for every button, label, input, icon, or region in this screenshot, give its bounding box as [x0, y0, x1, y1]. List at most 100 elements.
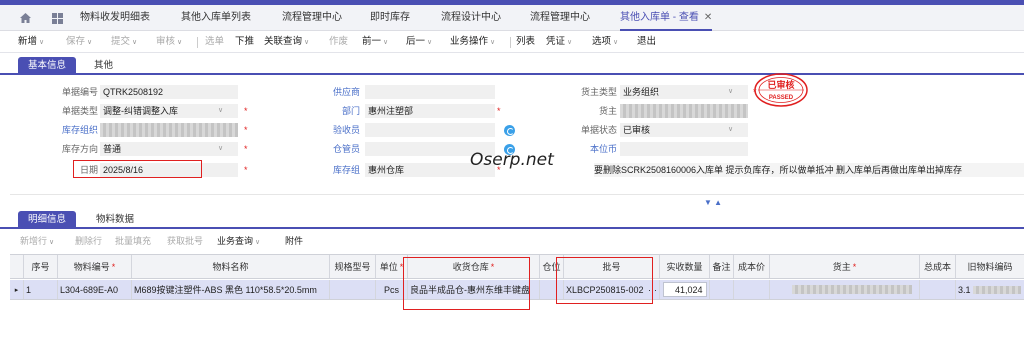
stock-group-label[interactable]: 库存组 [280, 163, 360, 177]
department-label[interactable]: 部门 [280, 104, 360, 118]
highlight-box-batch [556, 257, 653, 304]
tab-material-data[interactable]: 物料数据 [86, 211, 144, 229]
col-label: 物料编号 [73, 262, 110, 272]
tab-detail-info[interactable]: 明细信息 [18, 211, 77, 229]
tab-other-inbound-list[interactable]: 其他入库单列表 [181, 5, 251, 31]
col-spec[interactable]: 规格型号 [330, 255, 376, 278]
tab-other-inbound-view[interactable]: 其他入库单 - 查看 ✕ [620, 5, 713, 31]
required-mark: * [244, 144, 248, 154]
add-row-button[interactable]: 新增行 ∨ [20, 232, 54, 250]
required-mark: * [244, 165, 248, 175]
currency-field[interactable] [620, 142, 748, 156]
chevron-down-icon: ∨ [87, 39, 93, 46]
tab-label: 其他入库单 - 查看 [620, 12, 699, 23]
col-label: 备注 [712, 262, 731, 272]
owner-label: 货主 [598, 106, 617, 116]
col-note[interactable]: 备注 [710, 255, 734, 278]
void-button[interactable]: 作废 [329, 31, 348, 53]
cell-total-cost [920, 280, 956, 299]
remark-field[interactable]: 要删除SCRK2508160006入库单 提示负库存，所以做单抵冲 删入库单后再… [594, 163, 1024, 177]
required-mark: * [244, 106, 248, 116]
cell-owner[interactable] [770, 280, 920, 299]
col-old-code[interactable]: 旧物料编码 [956, 255, 1024, 278]
tab-instant-inventory[interactable]: 即时库存 [370, 5, 410, 31]
business-query-button[interactable]: 业务查询 ∨ [217, 232, 260, 250]
attachment-button[interactable]: 附件 [285, 232, 303, 250]
bill-no-field[interactable]: QTRK2508192 [100, 85, 238, 99]
options-button[interactable]: 选项 ∨ [592, 31, 618, 53]
cell-old-code: 3.1 [956, 280, 1024, 299]
chevron-down-icon: ∨ [218, 145, 224, 152]
save-label: 保存 [66, 36, 86, 47]
save-button[interactable]: 保存 ∨ [66, 31, 92, 53]
col-owner[interactable]: 货主 * [770, 255, 920, 278]
related-query-label: 关联查询 [264, 36, 303, 47]
toolbar: 新增 ∨ 保存 ∨ 提交 ∨ 审核 ∨ 选单 下推 关联查询 ∨ 作废 前一 ∨ 后一 ∨ 业… [0, 31, 1024, 53]
exit-button[interactable]: 退出 [637, 31, 656, 53]
delete-row-button[interactable]: 删除行 [75, 232, 102, 250]
col-material-no[interactable]: 物料编号 * [58, 255, 132, 278]
stock-org-field[interactable] [100, 123, 238, 137]
cell-note[interactable] [710, 280, 734, 299]
tab-basic-info[interactable]: 基本信息 [18, 57, 77, 75]
cell-cost[interactable] [734, 280, 770, 299]
col-label: 货主 [832, 262, 851, 272]
col-material-name[interactable]: 物料名称 [132, 255, 330, 278]
col-seq[interactable]: 序号 [24, 255, 58, 278]
col-label: 序号 [31, 262, 50, 272]
next-button[interactable]: 后一 ∨ [406, 31, 432, 53]
voucher-label: 凭证 [546, 36, 566, 47]
app-grid-icon[interactable] [52, 13, 63, 24]
cell-seq: 1 [24, 280, 58, 299]
header-form: 单据编号 QTRK2508192 单据类型 调整-纠错调整入库 ∨ * 库存组织… [10, 77, 1024, 195]
col-qty[interactable]: 实收数量 [660, 255, 710, 278]
cell-qty[interactable]: 41,024 [660, 280, 710, 299]
keeper-label[interactable]: 仓管员 [280, 142, 360, 156]
submit-button[interactable]: 提交 ∨ [111, 31, 137, 53]
cell-material-no[interactable]: L304-689E-A0 [58, 280, 132, 299]
stamp-bottom-text: PASSED [769, 95, 794, 101]
select-bill-button[interactable]: 选单 [205, 31, 224, 53]
col-label: 规格型号 [334, 262, 371, 272]
new-button[interactable]: 新增 ∨ [18, 31, 44, 53]
tab-other[interactable]: 其他 [84, 57, 123, 75]
required-mark: * [111, 261, 116, 272]
chevron-down-icon: ∨ [490, 39, 496, 46]
home-icon[interactable] [20, 13, 31, 23]
supplier-field[interactable] [365, 85, 495, 99]
refresh-icon[interactable] [504, 125, 515, 136]
tab-process-center[interactable]: 流程管理中心 [282, 5, 342, 31]
voucher-button[interactable]: 凭证 ∨ [546, 31, 572, 53]
stock-org-label[interactable]: 库存组织 [10, 123, 98, 137]
batch-fill-button[interactable]: 批量填充 [115, 232, 151, 250]
related-query-button[interactable]: 关联查询 ∨ [264, 31, 309, 53]
collapse-toggle-icon[interactable]: ▼ ▲ [704, 198, 722, 207]
tab-process-center-2[interactable]: 流程管理中心 [530, 5, 590, 31]
close-icon[interactable]: ✕ [704, 12, 712, 23]
tab-process-design[interactable]: 流程设计中心 [441, 5, 501, 31]
qty-input[interactable]: 41,024 [662, 282, 707, 297]
receiver-field[interactable] [365, 123, 495, 137]
owner-redacted [792, 285, 912, 294]
chevron-down-icon: ∨ [49, 239, 55, 246]
supplier-label[interactable]: 供应商 [280, 85, 360, 99]
list-button[interactable]: 列表 [516, 31, 535, 53]
tab-material-detail[interactable]: 物料收发明细表 [80, 5, 150, 31]
info-tabs: 基本信息 其他 [0, 57, 1024, 75]
push-down-button[interactable]: 下推 [235, 31, 254, 53]
new-label: 新增 [18, 36, 38, 47]
audit-button[interactable]: 审核 ∨ [156, 31, 182, 53]
previous-button[interactable]: 前一 ∨ [362, 31, 388, 53]
department-field[interactable]: 惠州注塑部 [365, 104, 495, 118]
get-batch-button[interactable]: 获取批号 [167, 232, 203, 250]
chevron-down-icon: ∨ [613, 39, 619, 46]
col-label: 旧物料编码 [967, 262, 1013, 272]
col-total-cost[interactable]: 总成本 [920, 255, 956, 278]
col-cost[interactable]: 成本价 [734, 255, 770, 278]
bill-type-label: 单据类型 [61, 106, 98, 116]
required-mark: * [852, 261, 857, 272]
owner-field[interactable] [620, 104, 748, 118]
business-ops-button[interactable]: 业务操作 ∨ [450, 31, 495, 53]
receiver-label[interactable]: 验收员 [280, 123, 360, 137]
stock-direction-label: 库存方向 [61, 144, 98, 154]
